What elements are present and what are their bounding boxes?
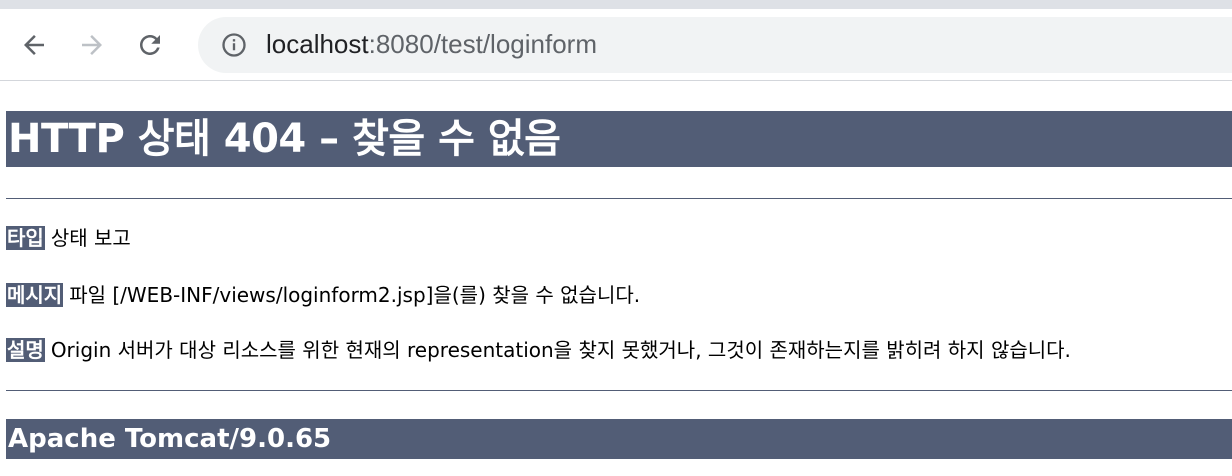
divider — [6, 390, 1232, 391]
tab-strip — [0, 0, 1232, 9]
description-value: Origin 서버가 대상 리소스를 위한 현재의 representation… — [50, 338, 1071, 362]
back-button[interactable] — [10, 21, 58, 69]
description-label: 설명 — [6, 338, 45, 362]
url-host: localhost — [266, 29, 369, 59]
divider — [6, 198, 1232, 199]
page-content: HTTP 상태 404 – 찾을 수 없음 타입 상태 보고 메시지 파일 [/WE… — [0, 111, 1232, 459]
type-label: 타입 — [6, 226, 45, 250]
type-row: 타입 상태 보고 — [6, 224, 1232, 252]
info-icon[interactable] — [220, 31, 248, 59]
message-label: 메시지 — [6, 283, 64, 307]
reload-button[interactable] — [126, 21, 174, 69]
back-icon — [24, 34, 44, 55]
message-value: 파일 [/WEB-INF/views/loginform2.jsp]을(를) 찾… — [69, 283, 641, 307]
url-path: :8080/test/loginform — [368, 29, 597, 59]
address-bar[interactable]: localhost:8080/test/loginform — [198, 16, 1232, 73]
type-value: 상태 보고 — [50, 226, 131, 250]
description-row: 설명 Origin 서버가 대상 리소스를 위한 현재의 representati… — [6, 336, 1232, 364]
page-title: HTTP 상태 404 – 찾을 수 없음 — [6, 111, 1232, 167]
server-footer: Apache Tomcat/9.0.65 — [6, 419, 1232, 459]
message-row: 메시지 파일 [/WEB-INF/views/loginform2.jsp]을(를… — [6, 281, 1232, 309]
browser-toolbar: localhost:8080/test/loginform — [0, 9, 1232, 81]
forward-icon — [82, 34, 102, 55]
forward-button[interactable] — [68, 21, 116, 69]
reload-icon — [140, 34, 160, 55]
